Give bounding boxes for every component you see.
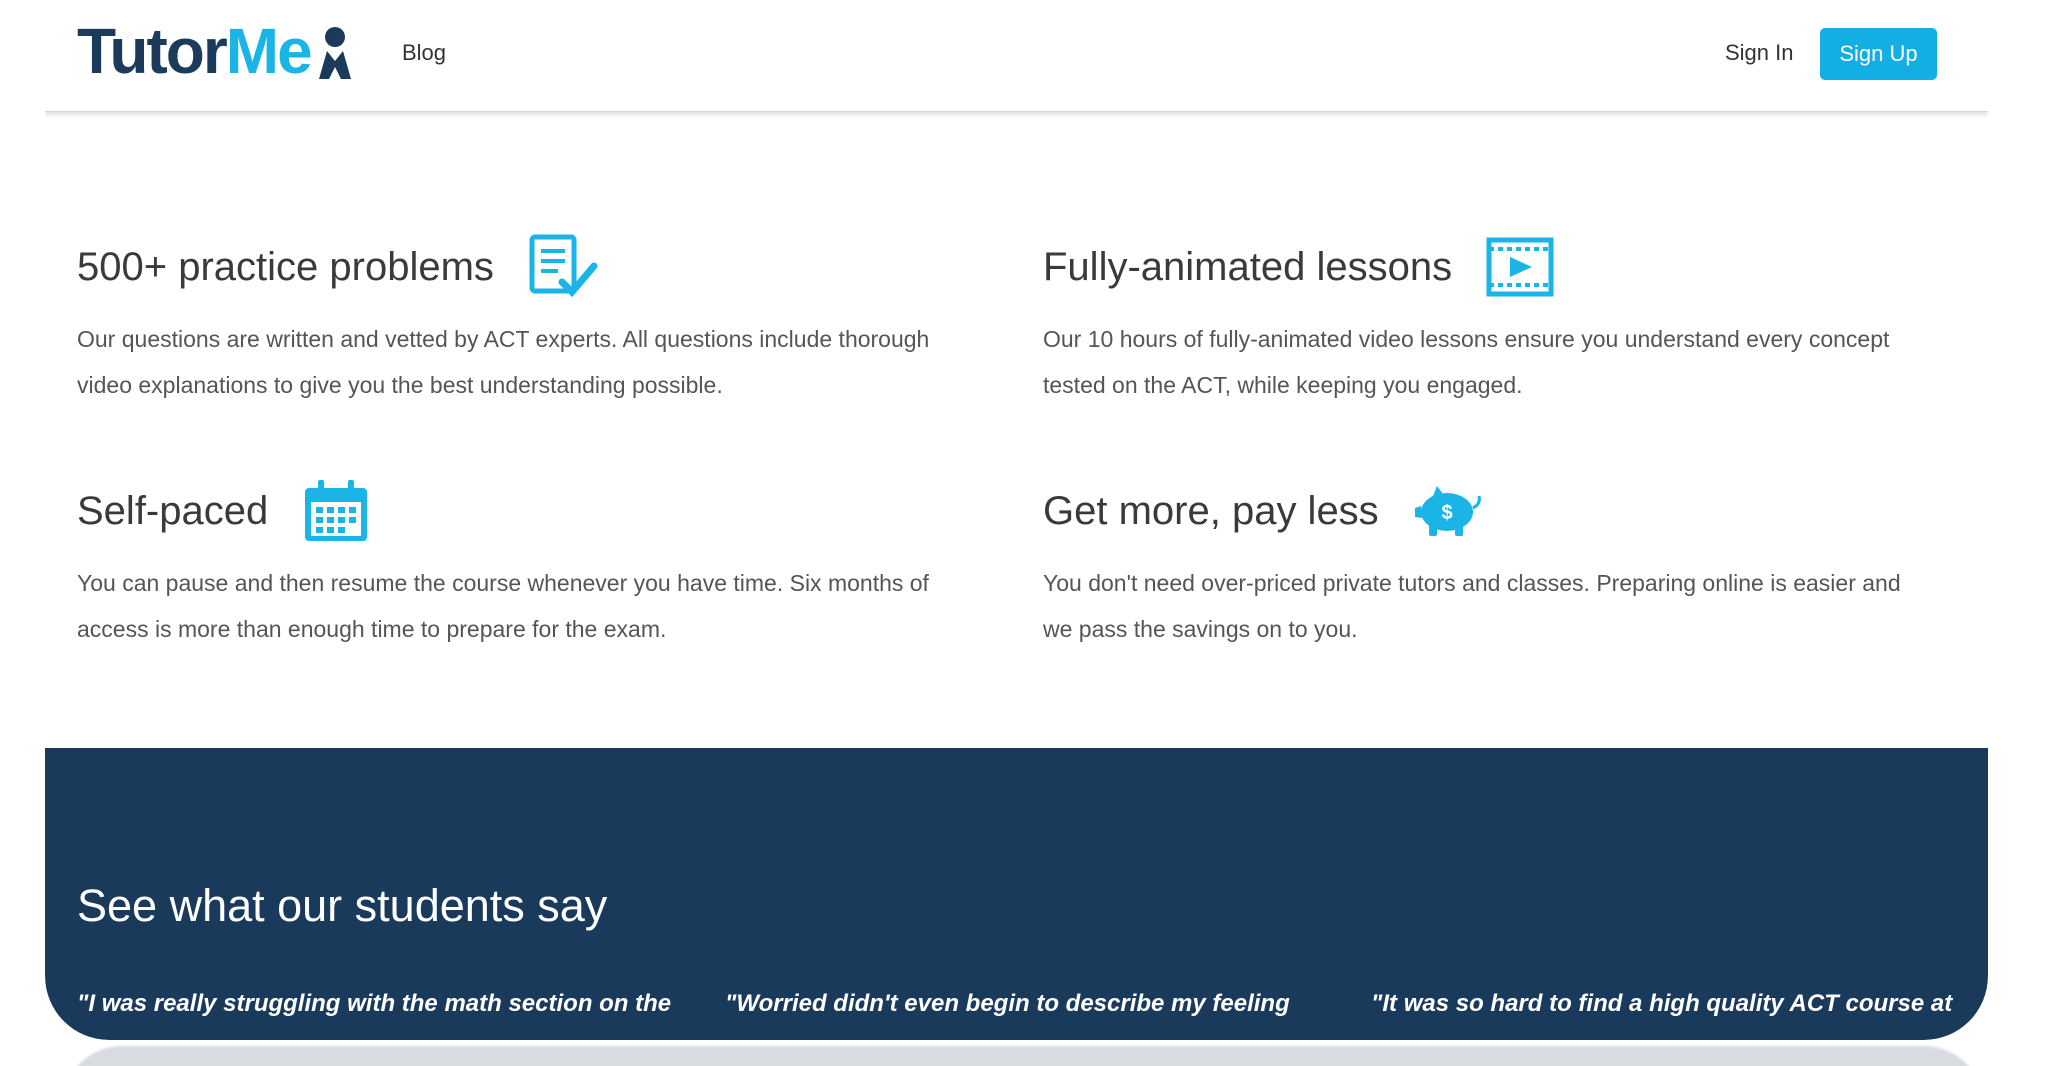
checklist-icon <box>529 234 598 298</box>
testimonials-section: See what our students say "I was really … <box>45 748 1988 1040</box>
testimonial-quote: "It was so hard to find a high quality A… <box>1371 990 1953 1017</box>
logo-text-tutor: Tutor <box>77 15 228 87</box>
feature-title: Get more, pay less <box>1043 488 1379 533</box>
feature-title: Fully-animated lessons <box>1043 244 1453 289</box>
piggy-bank-icon: $ <box>1414 486 1481 536</box>
feature-pay-less: Get more, pay less $ You don't need over… <box>1043 476 1943 652</box>
testimonial-quote: "Worried didn't even begin to describe m… <box>725 990 1290 1017</box>
feature-description: You don't need over-priced private tutor… <box>1043 570 1901 642</box>
person-logo-icon <box>318 27 351 79</box>
nav-link-blog[interactable]: Blog <box>402 40 446 66</box>
top-navbar: Tutor Me Blog Sign In Sign Up <box>45 0 1988 112</box>
feature-title-row: Fully-animated lessons <box>1043 232 1943 302</box>
feature-self-paced: Self-paced You can pause and then resume… <box>77 476 977 652</box>
feature-description: You can pause and then resume the course… <box>77 570 929 642</box>
feature-title: 500+ practice problems <box>77 244 494 289</box>
feature-description: Our questions are written and vetted by … <box>77 326 930 398</box>
feature-title-row: Self-paced <box>77 476 977 546</box>
feature-animated-lessons: Fully-animated lessons Our 10 hours of f… <box>1043 232 1943 408</box>
feature-title-row: 500+ practice problems <box>77 232 977 302</box>
tutorme-logo[interactable]: Tutor Me <box>77 15 353 87</box>
reflection-strip: "I was really struggling with the math s… <box>62 1046 1984 1066</box>
feature-practice-problems: 500+ practice problems Our questions are… <box>77 232 977 408</box>
page-frame: Tutor Me Blog Sign In Sign Up 500+ pract… <box>45 0 1988 1040</box>
testimonials-heading: See what our students say <box>77 880 608 931</box>
testimonial-quote: "I was really struggling with the math s… <box>77 990 672 1017</box>
svg-text:$: $ <box>1441 502 1452 524</box>
feature-description: Our 10 hours of fully-animated video les… <box>1043 326 1890 398</box>
logo-text-me: Me <box>225 15 313 87</box>
feature-title-row: Get more, pay less $ <box>1043 476 1943 546</box>
calendar-icon <box>305 480 368 541</box>
video-play-icon <box>1486 237 1554 297</box>
feature-title: Self-paced <box>77 488 269 533</box>
sign-up-button[interactable]: Sign Up <box>1820 28 1937 80</box>
sign-in-link[interactable]: Sign In <box>1725 40 1794 66</box>
